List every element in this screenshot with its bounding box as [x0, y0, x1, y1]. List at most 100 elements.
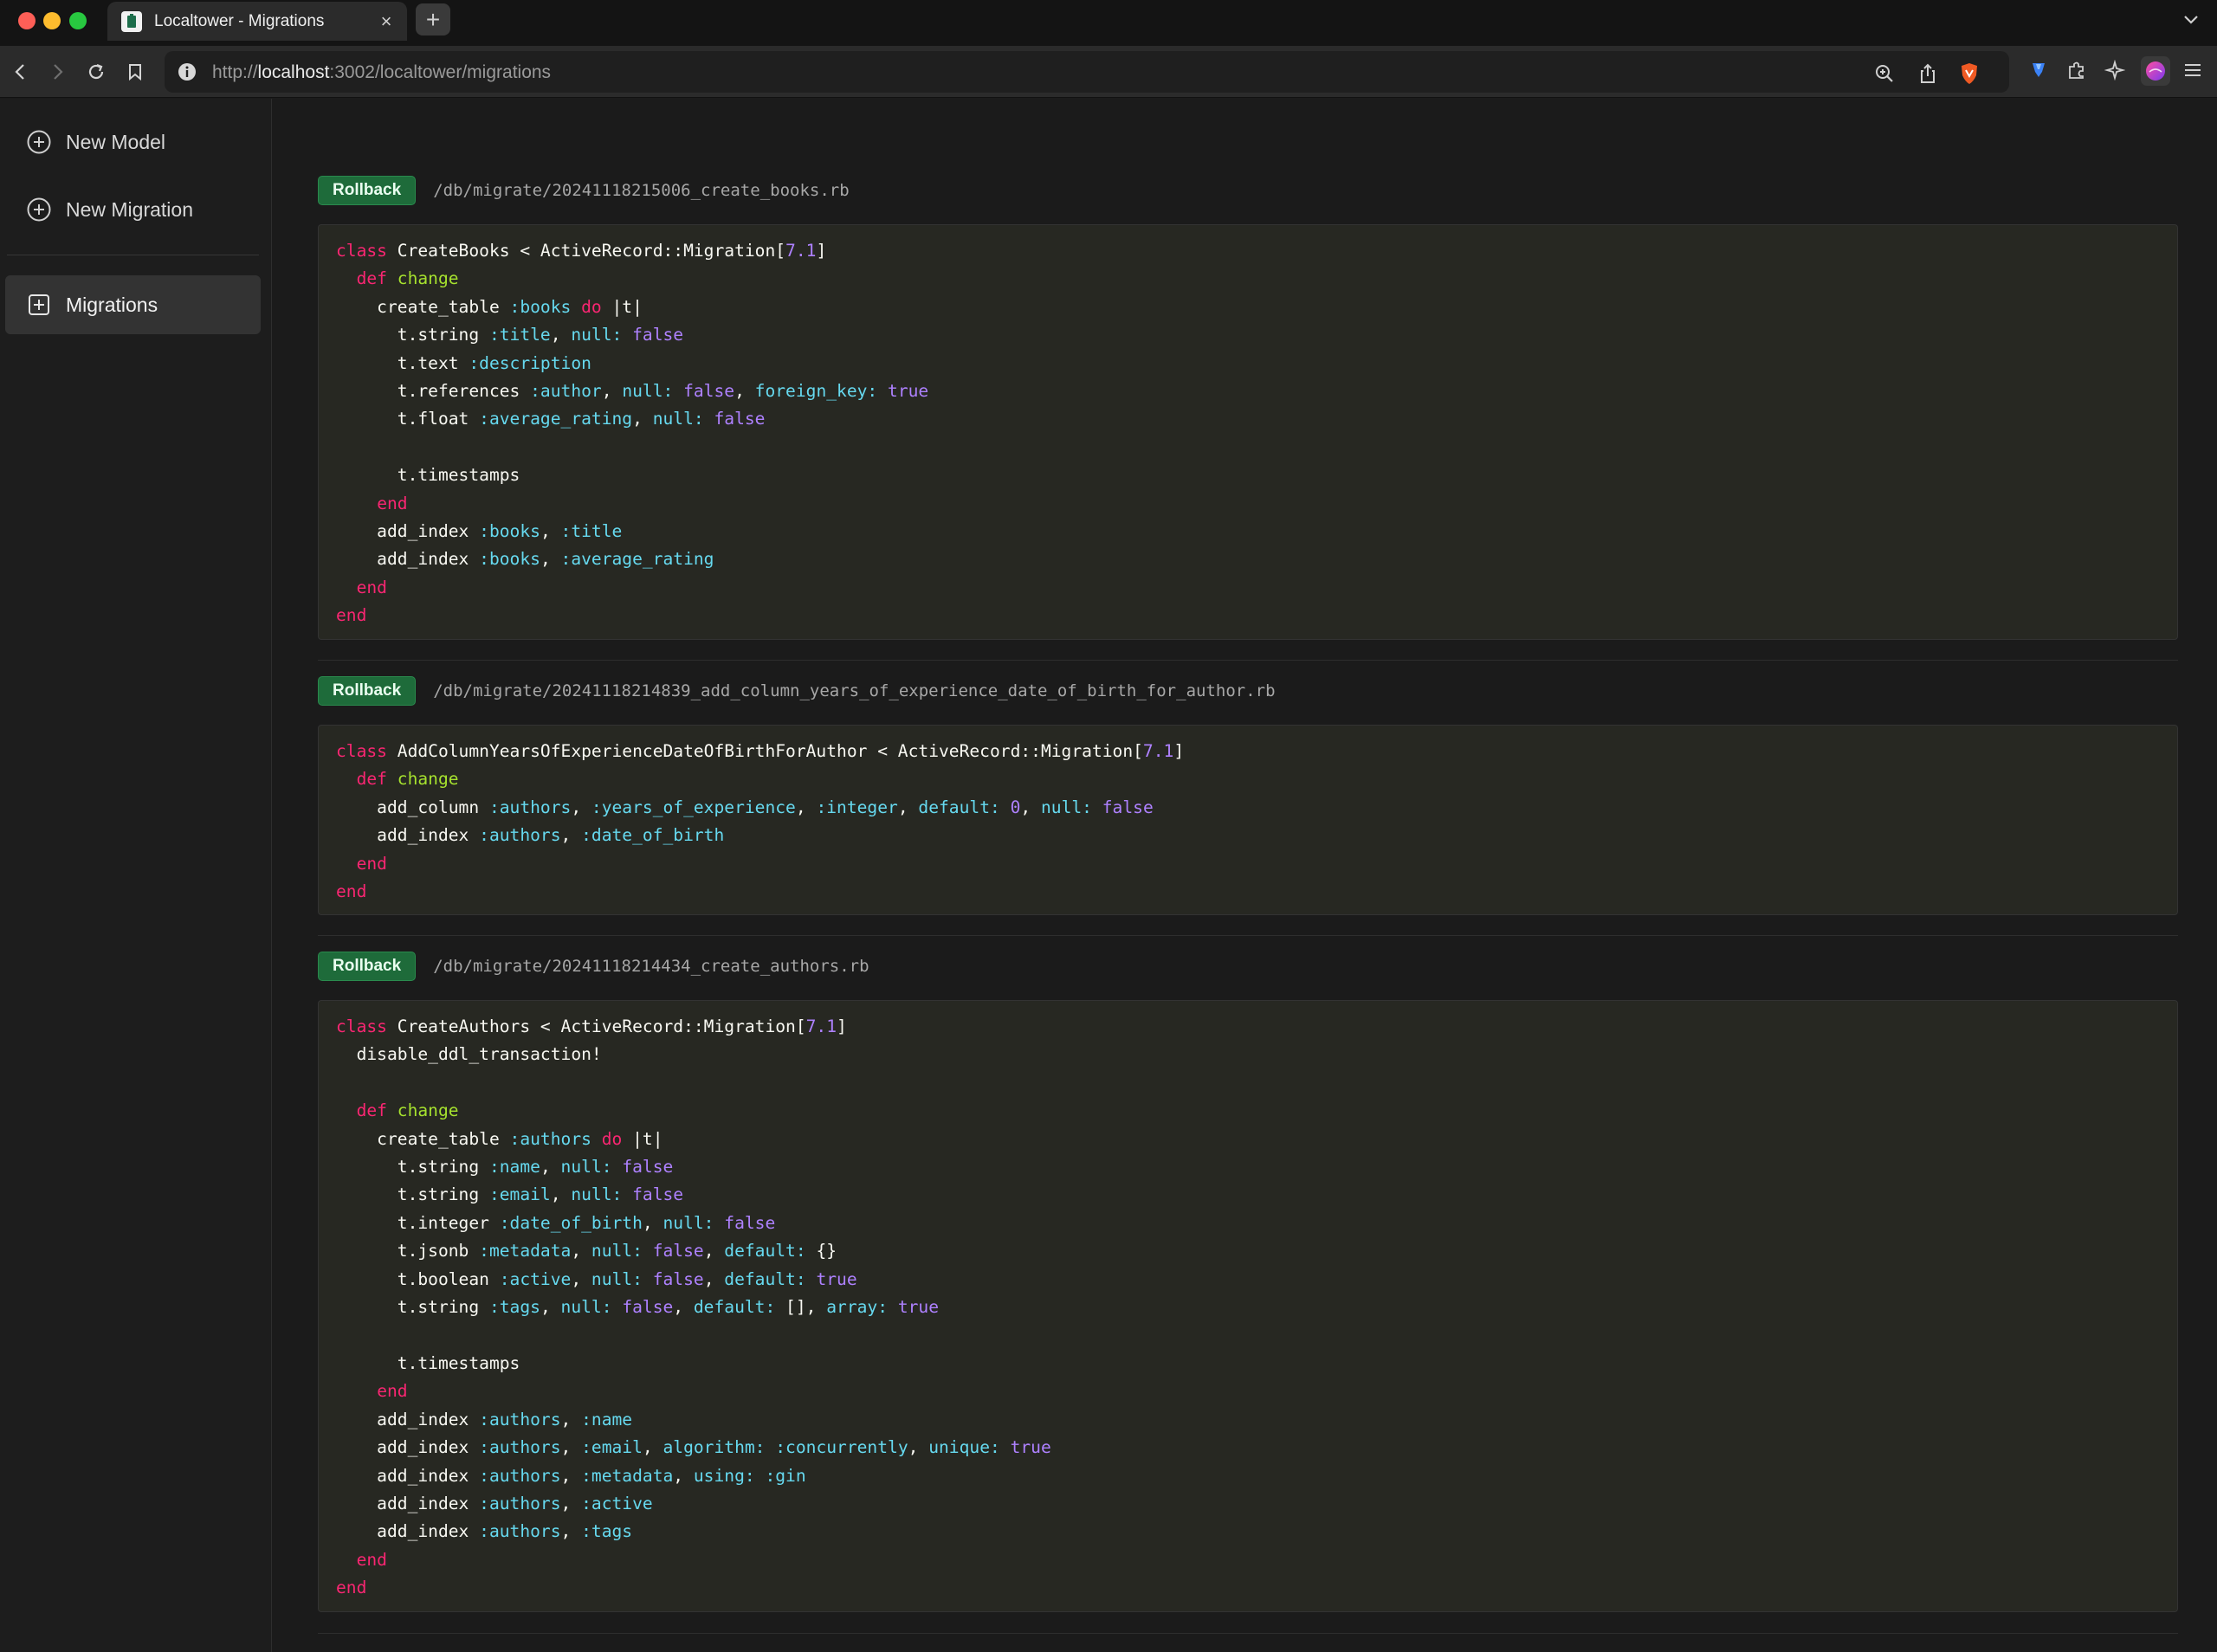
code-token: false	[632, 325, 684, 345]
code-token: ,	[571, 1241, 591, 1262]
code-token: :authors	[479, 1409, 561, 1429]
rollback-button[interactable]: Rollback	[318, 176, 417, 205]
code-token: end	[356, 577, 387, 597]
new-tab-button[interactable]: +	[416, 3, 450, 35]
code-token: ]	[1173, 741, 1185, 761]
code-token: :authors	[509, 1128, 591, 1149]
zoom-icon[interactable]	[1872, 61, 1897, 86]
code-token: :title	[488, 325, 551, 345]
maximize-window-button[interactable]	[69, 12, 87, 29]
code-token: CreateAuthors < ActiveRecord::Migration[	[386, 1016, 806, 1036]
code-token: :tags	[581, 1521, 633, 1542]
code-token: [],	[775, 1297, 827, 1318]
code-token: end	[336, 881, 367, 902]
code-token: def	[356, 268, 387, 289]
code-token: ,	[703, 1241, 725, 1262]
code-token: ,	[795, 797, 817, 817]
sidebar-item-label: New Model	[66, 130, 166, 153]
code-token: ,	[571, 1268, 591, 1289]
tab-close-icon[interactable]: ×	[374, 10, 398, 34]
leo-ai-icon[interactable]	[2103, 58, 2127, 82]
sidebar-item-migrations[interactable]: Migrations	[5, 275, 261, 334]
reload-icon[interactable]	[82, 58, 110, 86]
menu-hamburger-icon[interactable]	[2181, 58, 2205, 82]
back-icon[interactable]	[7, 58, 35, 86]
code-token: ,	[642, 1212, 663, 1233]
wallet-icon[interactable]	[2026, 58, 2051, 82]
code-token: ,	[560, 1437, 582, 1458]
rollback-button[interactable]: Rollback	[318, 952, 417, 981]
code-token: :title	[560, 521, 623, 542]
close-window-button[interactable]	[18, 12, 36, 29]
code-token: 0	[1010, 797, 1021, 817]
code-token: 7.1	[1142, 741, 1174, 761]
browser-tab-bar: Localtower - Migrations × +	[0, 0, 2217, 46]
code-token: add_index	[336, 521, 480, 542]
sidebar-item-new-model[interactable]: New Model	[5, 113, 261, 171]
code-token: :tags	[488, 1297, 540, 1318]
browser-tab[interactable]: Localtower - Migrations ×	[107, 2, 407, 41]
sidebar-item-new-migration[interactable]: New Migration	[5, 180, 261, 239]
forward-icon[interactable]	[43, 58, 71, 86]
profile-avatar-icon[interactable]	[2141, 56, 2170, 86]
code-token: :years_of_experience	[591, 797, 796, 817]
code-token: ]	[837, 1016, 847, 1036]
extensions-icon[interactable]	[2065, 58, 2089, 82]
share-icon[interactable]	[1916, 61, 1940, 86]
code-token: null:	[622, 381, 674, 402]
rollback-button[interactable]: Rollback	[318, 676, 417, 706]
code-token: default:	[693, 1297, 776, 1318]
bookmark-icon[interactable]	[121, 58, 149, 86]
tab-title: Localtower - Migrations	[154, 11, 325, 30]
code-token: :name	[581, 1409, 633, 1429]
code-token: CreateBooks < ActiveRecord::Migration[	[386, 241, 786, 261]
code-token: end	[356, 853, 387, 874]
code-token: :authors	[479, 1437, 561, 1458]
code-token: add_index	[336, 1409, 480, 1429]
code-token: ,	[673, 1297, 694, 1318]
code-token: :email	[488, 1184, 551, 1205]
plus-square-icon	[26, 292, 52, 318]
code-token: null:	[571, 325, 623, 345]
brave-shields-icon[interactable]	[1957, 61, 1981, 86]
code-token: ,	[601, 381, 623, 402]
code-token: foreign_key:	[754, 381, 878, 402]
code-token: ,	[560, 1493, 582, 1513]
code-token: true	[816, 1268, 857, 1289]
code-token: using:	[693, 1465, 755, 1486]
code-token: :authors	[488, 797, 572, 817]
code-token: :email	[581, 1437, 643, 1458]
migration-code: class CreateBooks < ActiveRecord::Migrat…	[336, 237, 2160, 630]
site-info-icon[interactable]	[177, 61, 197, 82]
code-token: {}	[805, 1241, 837, 1262]
code-token: :gin	[765, 1465, 806, 1486]
address-bar[interactable]: http://localhost:3002/localtower/migrati…	[165, 51, 2009, 93]
code-token: false	[622, 1297, 674, 1318]
code-token: false	[632, 1184, 684, 1205]
migration-item: Rollback /db/migrate/20241118214839_add_…	[318, 674, 2178, 916]
tab-list-chevron-icon[interactable]	[2181, 9, 2201, 29]
code-token: ,	[571, 797, 591, 817]
code-token: create_table	[336, 296, 510, 317]
migration-code: class CreateAuthors < ActiveRecord::Migr…	[336, 1013, 2160, 1603]
code-token: t.string	[336, 1184, 489, 1205]
code-token: null:	[560, 1157, 612, 1178]
code-token: :name	[488, 1157, 540, 1178]
code-token: add_index	[336, 1493, 480, 1513]
code-token: :average_rating	[560, 549, 714, 570]
minimize-window-button[interactable]	[43, 12, 61, 29]
code-token: create_table	[336, 1128, 510, 1149]
